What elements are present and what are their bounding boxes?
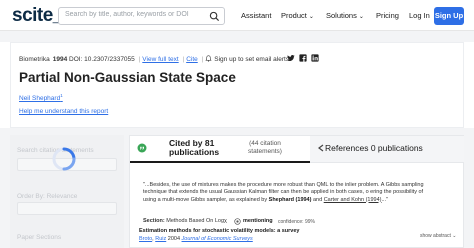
chevron-down-icon: ⌄	[308, 14, 314, 20]
chevron-down-icon: ⌄	[452, 233, 457, 239]
nav-solutions-label: Solutions	[326, 11, 357, 20]
article-meta: Biometrika 1994 DOI: 10.2307/2337055 | Vie…	[19, 55, 290, 63]
citing-paper-title[interactable]: Estimation methods for stochastic volati…	[139, 228, 299, 234]
chevron-down-icon: ⌄	[358, 14, 364, 20]
nav-assistant[interactable]: Assistant	[241, 11, 271, 20]
order-by-select[interactable]: Order By: Relevance	[17, 193, 77, 200]
quote-highlight[interactable]: Shephard (1994)	[269, 197, 312, 203]
mentioning-badge: mentioning	[243, 218, 273, 224]
quote-bubble-icon	[137, 143, 147, 153]
nav-login[interactable]: Log In	[409, 11, 430, 20]
citation-quote: "...Besides, the use of mixtures makes t…	[143, 182, 433, 204]
facebook-icon[interactable]	[299, 54, 307, 62]
search-icon[interactable]	[209, 11, 220, 22]
nav-solutions[interactable]: Solutions ⌄	[326, 11, 364, 20]
page-background	[0, 31, 474, 42]
nav-pricing[interactable]: Pricing	[376, 11, 399, 20]
references-count: References 0 publications	[325, 143, 423, 153]
view-full-text-link[interactable]: View full text	[142, 56, 178, 63]
scite-logo[interactable]: scite_	[12, 5, 63, 27]
show-abstract-label: show abstract	[420, 233, 451, 239]
confidence-score: confidence: 99%	[278, 218, 315, 225]
quote-and: and	[311, 196, 324, 203]
linkedin-icon[interactable]	[311, 54, 319, 62]
show-abstract-toggle[interactable]: show abstract ⌄	[420, 233, 456, 239]
cite-link[interactable]: Cite	[186, 56, 198, 63]
nav-product[interactable]: Product ⌄	[281, 11, 314, 20]
author-broto[interactable]: Broto	[139, 236, 152, 242]
quote-end: ..."	[381, 196, 389, 203]
author-name[interactable]: Neil Shephard	[19, 95, 60, 102]
search-box[interactable]	[58, 7, 225, 25]
page-title: Partial Non-Gaussian State Space	[19, 70, 236, 85]
citing-paper-year: 2004	[166, 236, 182, 242]
section-label: Section:	[143, 218, 165, 224]
author-ruiz[interactable]: Ruiz	[155, 236, 166, 242]
author-link[interactable]: Neil Shephard1	[19, 93, 63, 102]
publication-year: 1994	[52, 56, 68, 63]
bell-icon[interactable]	[205, 55, 212, 62]
journal-name[interactable]: Biometrika	[19, 56, 50, 63]
twitter-icon[interactable]	[287, 54, 295, 62]
nav-product-label: Product	[281, 11, 307, 20]
signup-button[interactable]: Sign Up	[434, 7, 464, 25]
quote-reference-link[interactable]: Carter and Kohn (1994)	[324, 197, 382, 203]
citation-statements-count: (44 citation statements)	[248, 140, 282, 155]
citing-paper-journal[interactable]: Journal of Economic Surveys	[182, 236, 253, 242]
loading-spinner-icon	[52, 147, 76, 171]
cited-by-count: Cited by 81 publications	[169, 138, 220, 157]
author-affiliation-sup: 1	[60, 93, 63, 98]
order-by-box[interactable]	[17, 202, 117, 215]
email-alerts-link[interactable]: Sign up to set email alerts	[214, 56, 289, 63]
doi[interactable]: DOI: 10.2307/2337055	[69, 56, 135, 63]
help-understand-link[interactable]: Help me understand this report	[19, 108, 108, 115]
search-input[interactable]	[65, 11, 205, 18]
mentioning-icon	[234, 218, 241, 225]
section-row: Section: Methods Based On Logχ	[143, 218, 227, 224]
section-value: Methods Based On Logχ	[166, 218, 227, 224]
paper-sections-label: Paper Sections	[17, 234, 62, 241]
citing-paper-authors: Broto, Ruiz 2004 Journal of Economic Sur…	[139, 236, 253, 242]
